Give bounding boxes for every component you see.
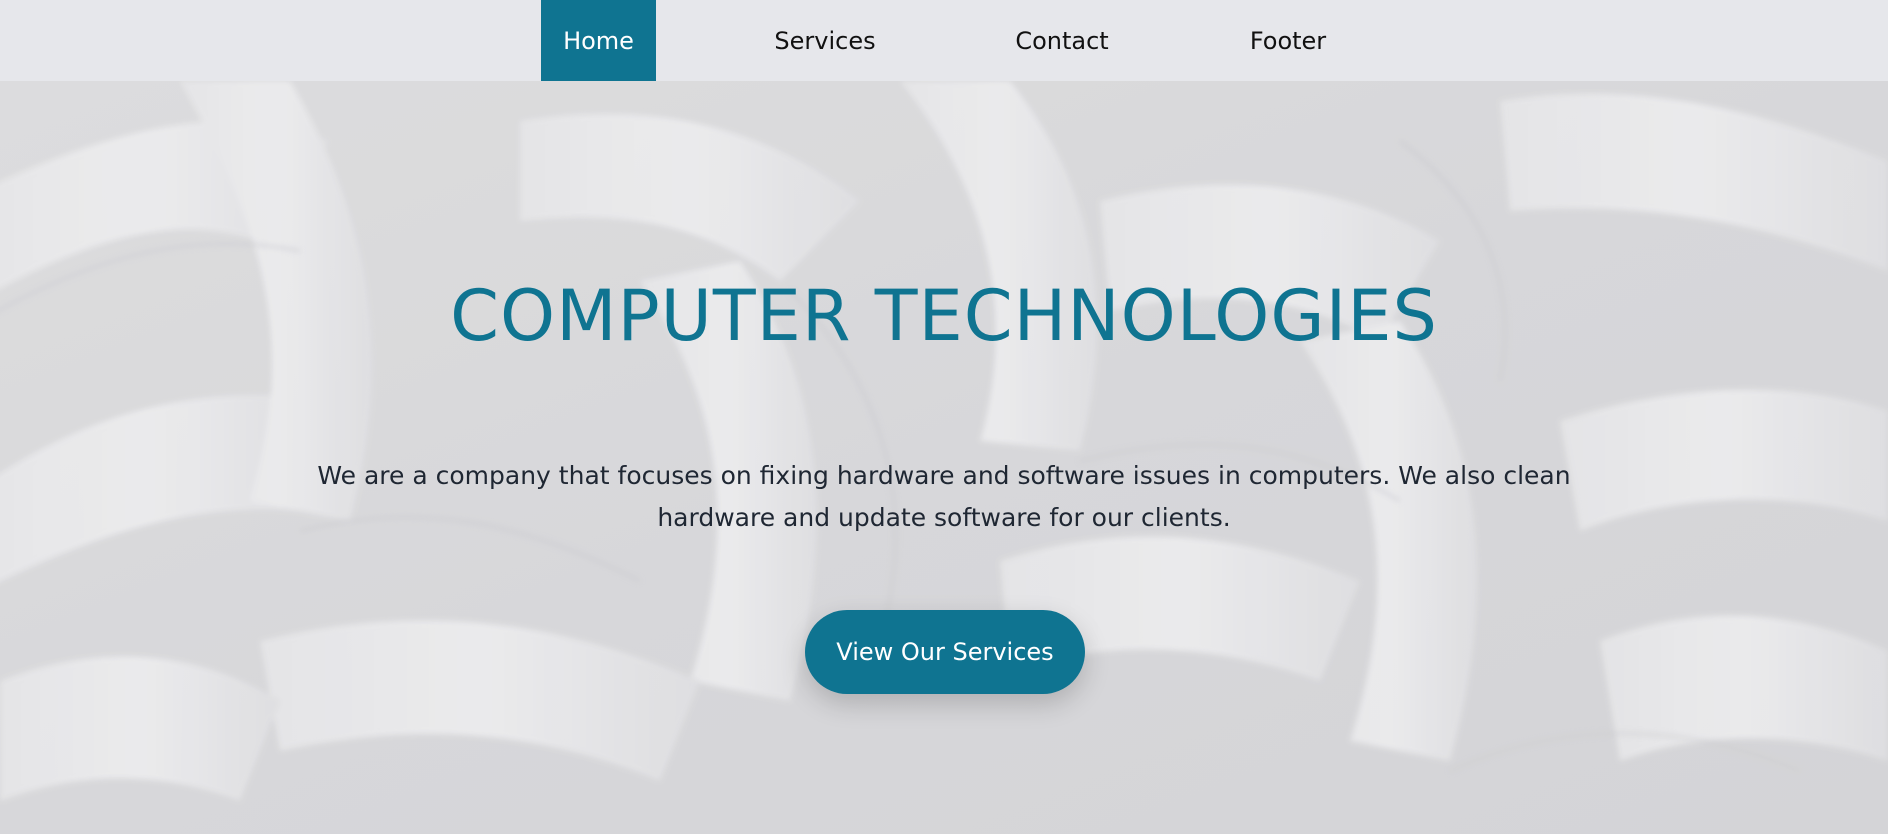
nav-item-home[interactable]: Home xyxy=(541,0,656,81)
hero-description: We are a company that focuses on fixing … xyxy=(317,461,1571,532)
nav-item-footer[interactable]: Footer xyxy=(1236,0,1340,81)
nav-item-contact[interactable]: Contact xyxy=(996,0,1128,81)
page: Home Services Contact Footer COMPUTER TE… xyxy=(0,0,1888,834)
nav-item-services[interactable]: Services xyxy=(754,0,896,81)
hero-section: COMPUTER TECHNOLOGIES We are a company t… xyxy=(0,81,1888,834)
hero-title: COMPUTER TECHNOLOGIES xyxy=(450,275,1438,357)
top-navigation: Home Services Contact Footer xyxy=(0,0,1888,81)
view-services-button[interactable]: View Our Services xyxy=(805,610,1085,694)
